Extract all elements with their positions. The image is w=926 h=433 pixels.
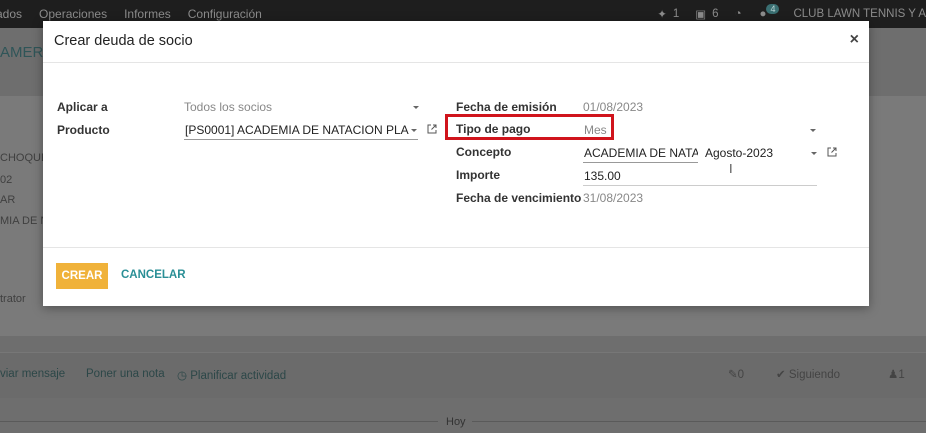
counter-2: 6 xyxy=(712,8,719,20)
paperclip-icon: ✎ xyxy=(728,369,738,381)
tipo-pago-select[interactable]: Mes xyxy=(584,123,814,137)
concepto-period-select[interactable]: Agosto-2023 xyxy=(705,146,773,160)
main-menu: ados Operaciones Informes Configuración xyxy=(0,7,262,21)
close-icon[interactable]: × xyxy=(850,31,859,49)
schedule-activity-button[interactable]: ◷ Planificar actividad xyxy=(177,368,286,382)
menu-item-operaciones[interactable]: Operaciones xyxy=(39,7,107,21)
chat-icon[interactable]: ● xyxy=(760,8,767,20)
fecha-emision-label: Fecha de emisión xyxy=(456,100,557,114)
following-label: Siguiendo xyxy=(788,369,840,381)
create-button[interactable]: CREAR xyxy=(56,263,108,289)
schedule-activity-label: Planificar actividad xyxy=(190,370,287,382)
aplicar-a-label: Aplicar a xyxy=(57,100,108,114)
create-debt-dialog: Crear deuda de socio × Aplicar a Todos l… xyxy=(43,21,869,306)
dialog-body: Aplicar a Todos los socios Producto [PS0… xyxy=(43,63,869,248)
bg-line-3: AR xyxy=(0,194,16,206)
fecha-emision-value: 01/08/2023 xyxy=(583,100,644,114)
followers-button[interactable]: ♟1 xyxy=(888,367,905,381)
attachments-count: 0 xyxy=(737,369,745,381)
external-link-icon[interactable] xyxy=(827,147,837,157)
record-title: AMER xyxy=(0,44,44,61)
external-link-icon[interactable] xyxy=(427,124,437,134)
highlight-box xyxy=(445,114,614,140)
company-name[interactable]: CLUB LAWN TENNIS Y A xyxy=(793,8,926,20)
menu-item-configuracion[interactable]: Configuración xyxy=(188,7,262,21)
followers-count: 1 xyxy=(898,369,905,381)
bg-line-1: CHOQUE xyxy=(0,152,49,164)
check-icon: ✔ xyxy=(776,369,789,381)
systray: ✦ 1 ▣ 6 ◔ ● 4 CLUB LAWN TENNIS Y A xyxy=(657,4,926,21)
importe-input[interactable]: 135.00 xyxy=(584,169,814,183)
bg-line-2: 02 xyxy=(0,174,13,186)
importe-label: Importe xyxy=(456,168,501,182)
aplicar-a-select[interactable]: Todos los socios xyxy=(184,100,414,114)
fecha-vencimiento-label: Fecha de vencimiento xyxy=(456,191,582,205)
send-message-button[interactable]: viar mensaje xyxy=(0,368,65,380)
user-icon: ♟ xyxy=(888,369,899,381)
menu-item-0[interactable]: ados xyxy=(0,7,22,21)
bug-icon[interactable]: ✦ xyxy=(657,7,667,21)
producto-input[interactable]: [PS0001] ACADEMIA DE NATACION PLAN AS xyxy=(185,123,409,137)
dialog-header: Crear deuda de socio × xyxy=(43,21,869,63)
concepto-underline xyxy=(583,162,698,163)
importe-underline xyxy=(583,185,817,186)
chevron-down-icon[interactable] xyxy=(413,106,419,109)
concepto-label: Concepto xyxy=(456,145,512,159)
fecha-vencimiento-value: 31/08/2023 xyxy=(583,191,644,205)
dialog-footer: CREAR CANCELAR xyxy=(43,248,869,305)
concepto-input[interactable]: ACADEMIA DE NATACIO xyxy=(584,146,698,160)
attachments-button[interactable]: ✎0 xyxy=(728,367,744,381)
cancel-button[interactable]: CANCELAR xyxy=(121,269,186,281)
calendar-icon[interactable]: ▣ xyxy=(695,7,706,21)
dialog-title: Crear deuda de socio xyxy=(54,33,193,49)
chevron-down-icon[interactable] xyxy=(810,129,816,132)
producto-label: Producto xyxy=(57,123,110,137)
bg-line-4: MIA DE N xyxy=(0,215,49,227)
today-divider-right xyxy=(472,421,926,422)
log-note-button[interactable]: Poner una nota xyxy=(86,368,165,380)
today-separator: Hoy xyxy=(446,416,466,428)
today-divider-left xyxy=(0,421,438,422)
clock-icon[interactable]: ◔ xyxy=(735,8,742,20)
following-button[interactable]: ✔ Siguiendo xyxy=(776,367,840,381)
chat-badge: 4 xyxy=(766,4,780,14)
counter-1: 1 xyxy=(672,8,680,20)
chevron-down-icon[interactable] xyxy=(411,129,417,132)
menu-item-informes[interactable]: Informes xyxy=(124,7,171,21)
bg-line-5: trator xyxy=(0,293,26,305)
chevron-down-icon[interactable] xyxy=(811,152,817,155)
producto-underline xyxy=(184,139,418,140)
clock-icon: ◷ xyxy=(177,370,191,382)
